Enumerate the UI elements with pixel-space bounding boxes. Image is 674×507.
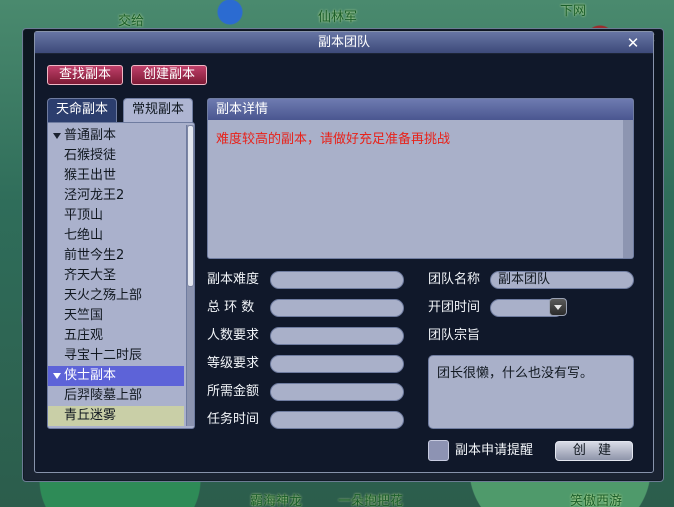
details-header: 副本详情 (208, 99, 633, 120)
world-text: 一朵抱把花 (338, 494, 404, 507)
team-name-input[interactable]: 副本团队 (490, 271, 634, 289)
list-item-label: 天火之殇上部 (64, 288, 143, 303)
dropdown-icon[interactable] (549, 298, 567, 316)
find-dungeon-button[interactable]: 查找副本 (47, 65, 123, 85)
create-button[interactable]: 创 建 (555, 441, 633, 461)
list-item[interactable]: 青丘迷雾 (48, 406, 184, 426)
list-item[interactable]: 猴王出世 (48, 166, 184, 186)
rings-field (270, 299, 404, 317)
list-item-label: 天竺国 (64, 308, 104, 323)
open-time-label: 开团时间 (428, 300, 481, 315)
world-text: 交给 (118, 14, 145, 29)
window-title: 副本团队 (35, 32, 653, 54)
list-item[interactable]: 平顶山 (48, 206, 184, 226)
list-item-label: 前世今生2 (64, 248, 125, 263)
list-item-label: 齐天大圣 (64, 268, 117, 283)
list-item-label: 泾河龙王2 (64, 188, 125, 203)
expand-arrow-icon (53, 133, 61, 139)
details-text: 难度较高的副本，请做好充足准备再挑战 (216, 132, 451, 147)
money-label: 所需金额 (207, 384, 260, 399)
list-item[interactable]: 天火之殇上部 (48, 286, 184, 306)
list-scrollbar[interactable] (186, 125, 194, 426)
tab-destiny-dungeon[interactable]: 天命副本 (47, 98, 117, 122)
dungeon-list: 普通副本 石猴授徒 猴王出世 泾河龙王2 平顶山 七绝山 前世今生2 齐天大圣 … (47, 122, 195, 429)
list-item-label: 寻宝十二时辰 (64, 348, 143, 363)
list-item-label: 后羿陵墓上部 (64, 388, 143, 403)
money-field (270, 383, 404, 401)
tree-group-normal[interactable]: 普通副本 (48, 126, 184, 146)
list-item-label: 五庄观 (64, 328, 104, 343)
list-item[interactable]: 寻宝十二时辰 (48, 346, 184, 366)
level-label: 等级要求 (207, 356, 260, 371)
list-item[interactable]: 泾河龙王2 (48, 186, 184, 206)
tree-group-hero[interactable]: 侠士副本 (48, 366, 184, 386)
people-label: 人数要求 (207, 328, 260, 343)
people-field (270, 327, 404, 345)
details-scrollbar[interactable] (623, 120, 633, 258)
list-item[interactable]: 天竺国 (48, 306, 184, 326)
create-dungeon-button[interactable]: 创建副本 (131, 65, 207, 85)
list-item-label: 石猴授徒 (64, 148, 117, 163)
list-item[interactable]: 齐天大圣 (48, 266, 184, 286)
world-text: 下网 (560, 4, 587, 19)
scrollbar-thumb[interactable] (187, 125, 194, 287)
tree-group-label: 侠士副本 (64, 368, 117, 383)
time-field (270, 411, 404, 429)
close-icon[interactable]: ✕ (625, 35, 641, 51)
tab-regular-dungeon[interactable]: 常规副本 (123, 98, 193, 122)
expand-arrow-icon (53, 373, 61, 379)
list-item[interactable]: 五庄观 (48, 326, 184, 346)
list-item[interactable]: 七绝山 (48, 226, 184, 246)
team-name-label: 团队名称 (428, 272, 481, 287)
list-item[interactable]: 后羿陵墓上部 (48, 386, 184, 406)
motto-label: 团队宗旨 (428, 328, 481, 343)
list-item-label: 平顶山 (64, 208, 104, 223)
world-text: 仙林军 (318, 10, 358, 25)
rings-label: 总 环 数 (207, 300, 255, 315)
dungeon-team-window: 副本团队 ✕ 查找副本 创建副本 天命副本 常规副本 普通副本 石猴授徒 猴王出… (34, 31, 654, 473)
world-text: 霸海神龙 (250, 494, 303, 507)
team-motto-input[interactable]: 团长很懒，什么也没有写。 (428, 355, 634, 429)
list-item-label: 青丘迷雾 (64, 408, 117, 423)
apply-remind-checkbox[interactable] (428, 440, 449, 461)
world-text: 笑傲西游 (570, 494, 623, 507)
list-item[interactable]: 石猴授徒 (48, 146, 184, 166)
list-item-label: 七绝山 (64, 228, 104, 243)
list-item[interactable]: 前世今生2 (48, 246, 184, 266)
list-item-label: 猴王出世 (64, 168, 117, 183)
level-field (270, 355, 404, 373)
tree-group-label: 普通副本 (64, 128, 117, 143)
apply-remind-label: 副本申请提醒 (455, 443, 534, 458)
dungeon-details: 副本详情 难度较高的副本，请做好充足准备再挑战 (207, 98, 634, 259)
difficulty-field (270, 271, 404, 289)
time-label: 任务时间 (207, 412, 260, 427)
difficulty-label: 副本难度 (207, 272, 260, 287)
